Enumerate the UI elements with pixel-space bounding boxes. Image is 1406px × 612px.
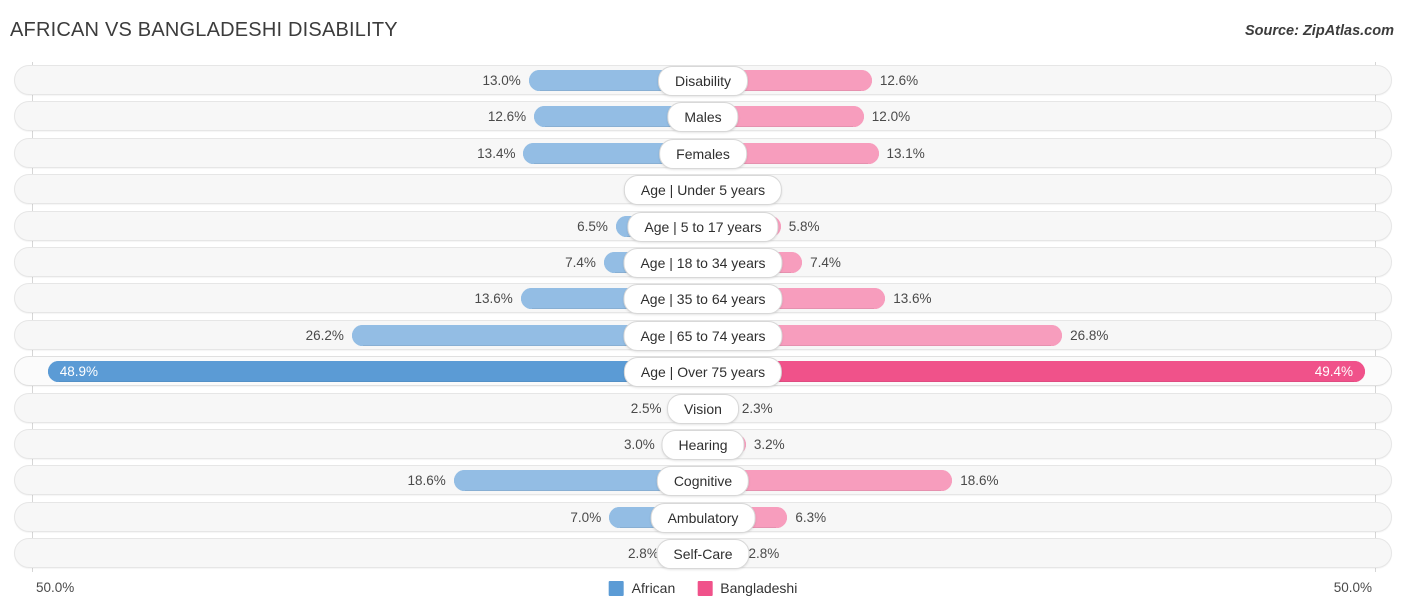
value-label-right: 3.2% bbox=[753, 436, 785, 452]
bar-rows-container: 13.0% 12.6% Disability 12.6% 12.0% Males 13.4%… bbox=[0, 62, 1406, 571]
value-label-right: 2.3% bbox=[741, 400, 773, 416]
axis-label-left: 50.0% bbox=[36, 580, 75, 595]
value-label-left: 13.6% bbox=[474, 291, 513, 307]
legend-label: African bbox=[631, 580, 676, 596]
table-row[interactable]: 3.0% 3.2% Hearing bbox=[0, 426, 1406, 462]
value-label-right: 13.6% bbox=[893, 291, 932, 307]
table-row[interactable]: 2.8% 2.8% Self-Care bbox=[0, 535, 1406, 571]
value-label-left: 6.5% bbox=[577, 218, 608, 234]
value-label-right: 2.8% bbox=[748, 546, 780, 562]
category-label-pill[interactable]: Females bbox=[659, 138, 747, 169]
category-label-pill[interactable]: Cognitive bbox=[656, 466, 750, 497]
category-label-pill[interactable]: Disability bbox=[657, 66, 749, 96]
value-label-right: 26.8% bbox=[1070, 327, 1109, 343]
category-label-pill[interactable]: Age | 5 to 17 years bbox=[627, 211, 779, 242]
table-row[interactable]: 13.0% 12.6% Disability bbox=[0, 62, 1406, 98]
legend-swatch-icon bbox=[697, 580, 713, 596]
category-label-pill[interactable]: Ambulatory bbox=[650, 502, 756, 533]
chart-footer: 50.0% 50.0% African Bangladeshi bbox=[0, 574, 1406, 612]
value-label-left: 18.6% bbox=[407, 473, 446, 489]
category-label-pill[interactable]: Age | 18 to 34 years bbox=[623, 247, 783, 278]
category-label-pill[interactable]: Age | Over 75 years bbox=[623, 357, 783, 388]
category-label-pill[interactable]: Age | Under 5 years bbox=[623, 175, 783, 206]
value-label-left: 48.9% bbox=[59, 364, 99, 380]
table-row[interactable]: 26.2% 26.8% Age | 65 to 74 years bbox=[0, 317, 1406, 353]
source-attribution: Source: ZipAtlas.com bbox=[1244, 23, 1394, 39]
page-title: AFRICAN VS BANGLADESHI DISABILITY bbox=[10, 19, 398, 41]
category-label-pill[interactable]: Self-Care bbox=[656, 539, 750, 570]
category-label-pill[interactable]: Age | 35 to 64 years bbox=[623, 284, 783, 315]
category-label-pill[interactable]: Vision bbox=[667, 393, 739, 424]
bar-right-bangladeshi[interactable] bbox=[703, 361, 1365, 383]
value-label-left: 13.0% bbox=[482, 73, 521, 88]
table-row[interactable]: 6.5% 5.8% Age | 5 to 17 years bbox=[0, 208, 1406, 244]
value-label-right: 12.0% bbox=[871, 109, 911, 125]
value-label-right: 13.1% bbox=[886, 145, 925, 161]
chart-plot-area: 13.0% 12.6% Disability 12.6% 12.0% Males 13.4%… bbox=[0, 62, 1406, 572]
value-label-right: 5.8% bbox=[788, 218, 820, 234]
value-label-right: 18.6% bbox=[960, 473, 999, 489]
bar-left-african[interactable] bbox=[47, 361, 703, 383]
axis-label-right: 50.0% bbox=[1333, 580, 1372, 595]
value-label-right: 49.4% bbox=[1314, 364, 1353, 380]
chart-header: AFRICAN VS BANGLADESHI DISABILITY Source… bbox=[0, 0, 1406, 58]
category-label-pill[interactable]: Hearing bbox=[661, 429, 745, 460]
table-row[interactable]: 12.6% 12.0% Males bbox=[0, 98, 1406, 134]
value-label-right: 6.3% bbox=[795, 509, 827, 525]
value-label-right: 12.6% bbox=[879, 73, 919, 88]
value-label-right: 7.4% bbox=[810, 254, 841, 270]
category-label-pill[interactable]: Males bbox=[667, 102, 739, 133]
table-row[interactable]: 7.0% 6.3% Ambulatory bbox=[0, 499, 1406, 535]
value-label-left: 13.4% bbox=[477, 145, 516, 161]
value-label-left: 26.2% bbox=[305, 327, 344, 343]
table-row[interactable]: 7.4% 7.4% Age | 18 to 34 years bbox=[0, 244, 1406, 280]
table-row[interactable]: 13.4% 13.1% Females bbox=[0, 135, 1406, 171]
legend-item[interactable]: Bangladeshi bbox=[697, 580, 797, 596]
chart-legend: African Bangladeshi bbox=[608, 580, 797, 596]
value-label-left: 7.4% bbox=[565, 254, 596, 270]
table-row[interactable]: 48.9% 49.4% Age | Over 75 years bbox=[0, 353, 1406, 389]
table-row[interactable]: 13.6% 13.6% Age | 35 to 64 years bbox=[0, 280, 1406, 316]
value-label-left: 12.6% bbox=[487, 109, 527, 125]
table-row[interactable]: 2.5% 2.3% Vision bbox=[0, 390, 1406, 426]
value-label-left: 2.5% bbox=[630, 400, 662, 416]
table-row[interactable]: 1.4%1.3%Age | Under 5 years bbox=[0, 171, 1406, 207]
value-label-left: 2.8% bbox=[628, 546, 659, 562]
value-label-left: 3.0% bbox=[624, 436, 655, 452]
table-row[interactable]: 18.6% 18.6% Cognitive bbox=[0, 462, 1406, 498]
legend-item[interactable]: African bbox=[608, 580, 676, 596]
legend-swatch-icon bbox=[608, 580, 624, 596]
value-label-left: 7.0% bbox=[570, 509, 602, 525]
category-label-pill[interactable]: Age | 65 to 74 years bbox=[623, 320, 783, 351]
legend-label: Bangladeshi bbox=[720, 580, 798, 596]
